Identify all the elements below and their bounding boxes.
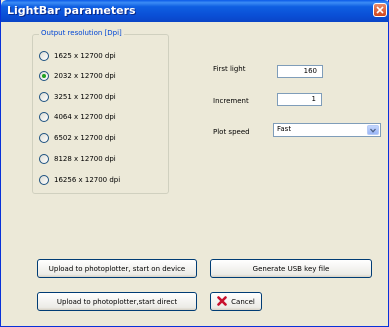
x-icon (217, 295, 227, 308)
resolution-group-legend: Output resolution [Dpi] (39, 29, 124, 37)
button-label: Cancel (231, 297, 255, 306)
radio-label: 16256 x 12700 dpi (54, 176, 121, 184)
first-light-input[interactable]: 160 (277, 65, 323, 78)
radio-button[interactable] (39, 154, 49, 164)
increment-input[interactable]: 1 (277, 93, 322, 106)
radio-button[interactable] (39, 51, 49, 61)
button-label: Generate USB key file (252, 264, 330, 273)
radio-option-4064[interactable]: 4064 x 12700 dpi (39, 111, 116, 123)
radio-option-6502[interactable]: 6502 x 12700 dpi (39, 132, 116, 144)
radio-option-8128[interactable]: 8128 x 12700 dpi (39, 153, 116, 165)
upload-start-direct-button[interactable]: Upload to photoplotter,start direct (37, 292, 197, 311)
radio-button[interactable] (39, 92, 49, 102)
radio-label: 4064 x 12700 dpi (54, 113, 116, 121)
radio-button[interactable] (39, 133, 49, 143)
cancel-button[interactable]: Cancel (210, 292, 262, 311)
radio-option-1625[interactable]: 1625 x 12700 dpi (39, 50, 116, 62)
radio-button[interactable] (39, 175, 49, 185)
button-label: Upload to photoplotter,start direct (56, 297, 178, 306)
plot-speed-label: Plot speed (213, 128, 250, 136)
radio-button[interactable] (39, 112, 49, 122)
upload-start-on-device-button[interactable]: Upload to photoplotter, start on device (37, 259, 197, 278)
title-bar[interactable]: LightBar parameters (1, 0, 389, 22)
radio-label: 6502 x 12700 dpi (54, 134, 116, 142)
radio-label: 8128 x 12700 dpi (54, 155, 116, 163)
close-button[interactable] (373, 3, 387, 17)
button-label: Upload to photoplotter, start on device (48, 264, 186, 273)
radio-label: 1625 x 12700 dpi (54, 52, 116, 60)
radio-button-selected[interactable] (39, 71, 49, 81)
radio-label: 2032 x 12700 dpi (54, 72, 116, 80)
dropdown-button[interactable] (367, 125, 379, 135)
window-title: LightBar parameters (7, 4, 136, 17)
generate-usb-key-button[interactable]: Generate USB key file (210, 259, 372, 278)
plot-speed-value: Fast (277, 125, 292, 133)
plot-speed-select[interactable]: Fast (273, 123, 381, 137)
dialog-window: LightBar parameters Output resolution [D… (0, 0, 389, 327)
radio-option-2032[interactable]: 2032 x 12700 dpi (39, 70, 116, 82)
first-light-label: First light (213, 65, 246, 73)
increment-label: Increment (213, 97, 249, 105)
chevron-down-icon (370, 128, 376, 133)
close-icon (376, 6, 384, 14)
radio-option-3251[interactable]: 3251 x 12700 dpi (39, 91, 116, 103)
radio-label: 3251 x 12700 dpi (54, 93, 116, 101)
radio-option-16256[interactable]: 16256 x 12700 dpi (39, 174, 120, 186)
